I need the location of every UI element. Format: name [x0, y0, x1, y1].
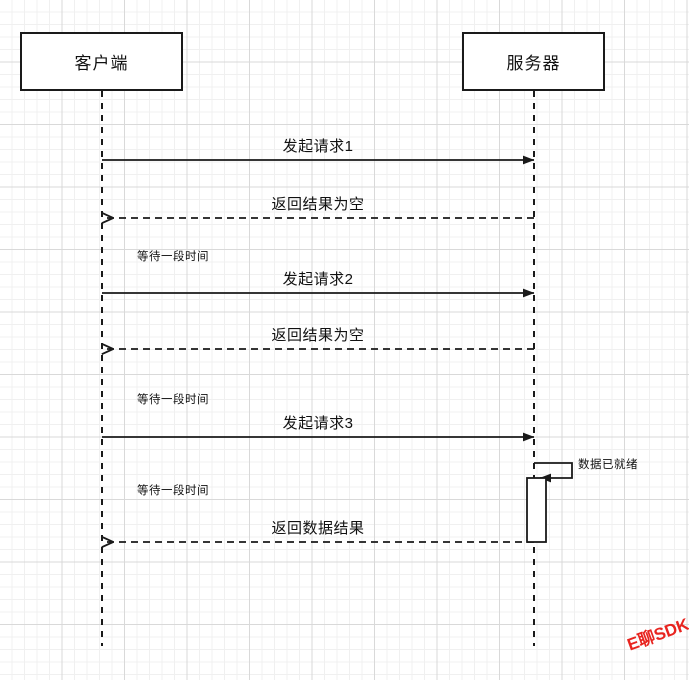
activation-bar-server-activation: [526, 477, 547, 543]
self-message-group: [534, 462, 573, 483]
sequence-diagram-canvas: 客户端 服务器 发起请求1 返回结果为空 发起请求2 返回结果为空 发起请求3 返回数据结果…: [0, 0, 689, 680]
participant-label-client: 客户端: [74, 54, 129, 73]
wait-label-wait1: 等待一段时间: [137, 251, 209, 263]
wait-label-wait3: 等待一段时间: [137, 485, 209, 497]
self-message-loop-data-ready: [534, 462, 573, 483]
lifelines-group: [101, 91, 535, 646]
message-label-res3: 返回数据结果: [271, 520, 365, 537]
message-label-req1: 发起请求1: [282, 138, 354, 155]
message-label-req3: 发起请求3: [282, 415, 354, 432]
participant-box-server: 服务器: [462, 32, 605, 91]
message-label-req2: 发起请求2: [282, 271, 354, 288]
message-label-res1: 返回结果为空: [271, 196, 365, 213]
participant-label-server: 服务器: [506, 54, 561, 73]
activation-group: [526, 477, 547, 543]
message-label-res2: 返回结果为空: [271, 327, 365, 344]
participant-box-client: 客户端: [20, 32, 183, 91]
self-message-label: 数据已就绪: [578, 459, 638, 471]
wait-label-wait2: 等待一段时间: [137, 394, 209, 406]
